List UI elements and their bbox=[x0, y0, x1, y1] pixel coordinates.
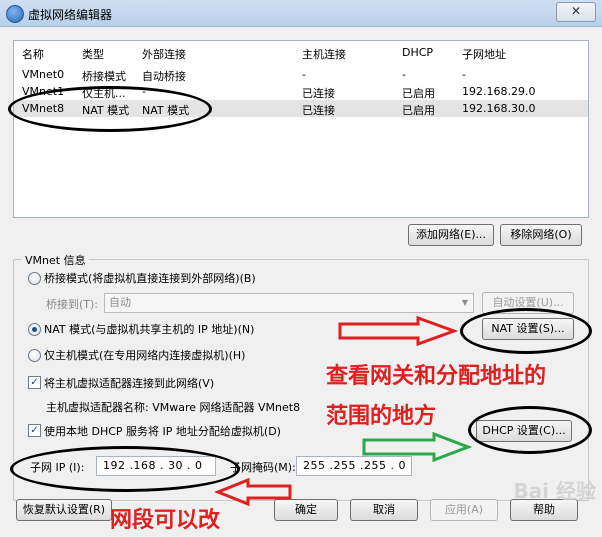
apply-button[interactable]: 应用(A) bbox=[430, 499, 498, 521]
cell-external: - bbox=[142, 85, 146, 98]
annotation-subnet: 网段可以改 bbox=[110, 508, 221, 533]
dhcp-settings-button[interactable]: DHCP 设置(C)... bbox=[476, 420, 572, 442]
table-row[interactable]: VMnet0 桥接模式 自动桥接 - - - bbox=[14, 66, 588, 83]
table-row-selected[interactable]: VMnet8 NAT 模式 NAT 模式 已连接 已启用 192.168.30.… bbox=[14, 100, 588, 117]
column-header-type[interactable]: 类型 bbox=[82, 46, 104, 62]
table-row[interactable]: VMnet1 仅主机... - 已连接 已启用 192.168.29.0 bbox=[14, 83, 588, 100]
column-header-external[interactable]: 外部连接 bbox=[142, 46, 186, 62]
adapter-name-text: 主机虚拟适配器名称: VMware 网络适配器 VMnet8 bbox=[46, 401, 301, 414]
subnet-ip-input[interactable]: 192 .168 . 30 . 0 bbox=[96, 456, 216, 476]
nat-settings-button[interactable]: NAT 设置(S)... bbox=[482, 318, 574, 340]
title-bar: 虚拟网络编辑器 … Fedora … ✕ bbox=[0, 0, 602, 27]
cancel-button[interactable]: 取消 bbox=[350, 499, 418, 521]
annotation-gateway-line1: 查看网关和分配地址的 bbox=[326, 364, 547, 389]
use-dhcp-checkbox[interactable]: ✓ bbox=[28, 424, 41, 437]
column-header-name[interactable]: 名称 bbox=[22, 46, 44, 62]
list-header: 名称 类型 外部连接 主机连接 DHCP 子网地址 bbox=[14, 41, 588, 63]
cell-subnet: 192.168.30.0 bbox=[462, 102, 536, 115]
cell-type: 仅主机... bbox=[82, 87, 126, 100]
ok-button[interactable]: 确定 bbox=[274, 499, 338, 521]
nat-mode-label[interactable]: NAT 模式(与虚拟机共享主机的 IP 地址)(N) bbox=[44, 321, 254, 337]
bridge-mode-label[interactable]: 桥接模式(将虚拟机直接连接到外部网络)(B) bbox=[44, 270, 256, 286]
cell-name: VMnet1 bbox=[22, 85, 65, 98]
connect-adapter-label[interactable]: 将主机虚拟适配器连接到此网络(V) bbox=[44, 375, 214, 391]
add-network-button[interactable]: 添加网络(E)... bbox=[408, 224, 494, 246]
cell-name: VMnet0 bbox=[22, 68, 65, 81]
cell-type: NAT 模式 bbox=[82, 104, 130, 117]
cell-external: NAT 模式 bbox=[142, 104, 190, 117]
bridge-to-label: 桥接到(T): bbox=[46, 298, 99, 311]
host-only-label[interactable]: 仅主机模式(在专用网络内连接虚拟机)(H) bbox=[44, 347, 245, 363]
auto-settings-button[interactable]: 自动设置(U)... bbox=[482, 292, 574, 314]
cell-type: 桥接模式 bbox=[82, 70, 126, 83]
connect-adapter-checkbox[interactable]: ✓ bbox=[28, 376, 41, 389]
background-window-text: … Fedora … bbox=[120, 2, 181, 13]
window-title: 虚拟网络编辑器 bbox=[28, 8, 113, 22]
bridge-mode-radio[interactable] bbox=[28, 272, 41, 285]
network-list[interactable]: 名称 类型 外部连接 主机连接 DHCP 子网地址 VMnet0 桥接模式 自动… bbox=[13, 40, 589, 218]
subnet-mask-input[interactable]: 255 .255 .255 . 0 bbox=[296, 456, 412, 476]
cell-host: - bbox=[302, 68, 306, 81]
restore-defaults-button[interactable]: 恢复默认设置(R) bbox=[16, 499, 112, 521]
nat-mode-radio[interactable] bbox=[28, 323, 41, 336]
watermark-logo: Bai 经验 bbox=[513, 479, 596, 503]
cell-dhcp: 已启用 bbox=[402, 87, 435, 100]
annotation-gateway-line2: 范围的地方 bbox=[326, 404, 437, 429]
cell-subnet: - bbox=[462, 68, 466, 81]
close-button[interactable]: ✕ bbox=[556, 2, 596, 22]
cell-dhcp: - bbox=[402, 68, 406, 81]
chevron-down-icon: ▼ bbox=[461, 298, 469, 307]
column-header-dhcp[interactable]: DHCP bbox=[402, 46, 433, 59]
cell-external: 自动桥接 bbox=[142, 70, 186, 83]
dialog-body: 名称 类型 外部连接 主机连接 DHCP 子网地址 VMnet0 桥接模式 自动… bbox=[0, 27, 602, 537]
cell-name: VMnet8 bbox=[22, 102, 65, 115]
subnet-ip-label: 子网 IP (I): bbox=[30, 461, 85, 474]
use-dhcp-label[interactable]: 使用本地 DHCP 服务将 IP 地址分配给虚拟机(D) bbox=[44, 423, 281, 439]
app-icon bbox=[6, 5, 24, 23]
bridge-to-value: 自动 bbox=[109, 296, 131, 309]
cell-dhcp: 已启用 bbox=[402, 104, 435, 117]
bridge-to-select[interactable]: 自动 ▼ bbox=[104, 293, 474, 313]
host-only-radio[interactable] bbox=[28, 349, 41, 362]
subnet-mask-label: 子网掩码(M): bbox=[230, 461, 296, 474]
group-title: VMnet 信息 bbox=[22, 252, 89, 268]
remove-network-button[interactable]: 移除网络(O) bbox=[500, 224, 582, 246]
cell-host: 已连接 bbox=[302, 104, 335, 117]
cell-host: 已连接 bbox=[302, 87, 335, 100]
column-header-subnet[interactable]: 子网地址 bbox=[462, 46, 506, 62]
cell-subnet: 192.168.29.0 bbox=[462, 85, 536, 98]
column-header-host[interactable]: 主机连接 bbox=[302, 46, 346, 62]
